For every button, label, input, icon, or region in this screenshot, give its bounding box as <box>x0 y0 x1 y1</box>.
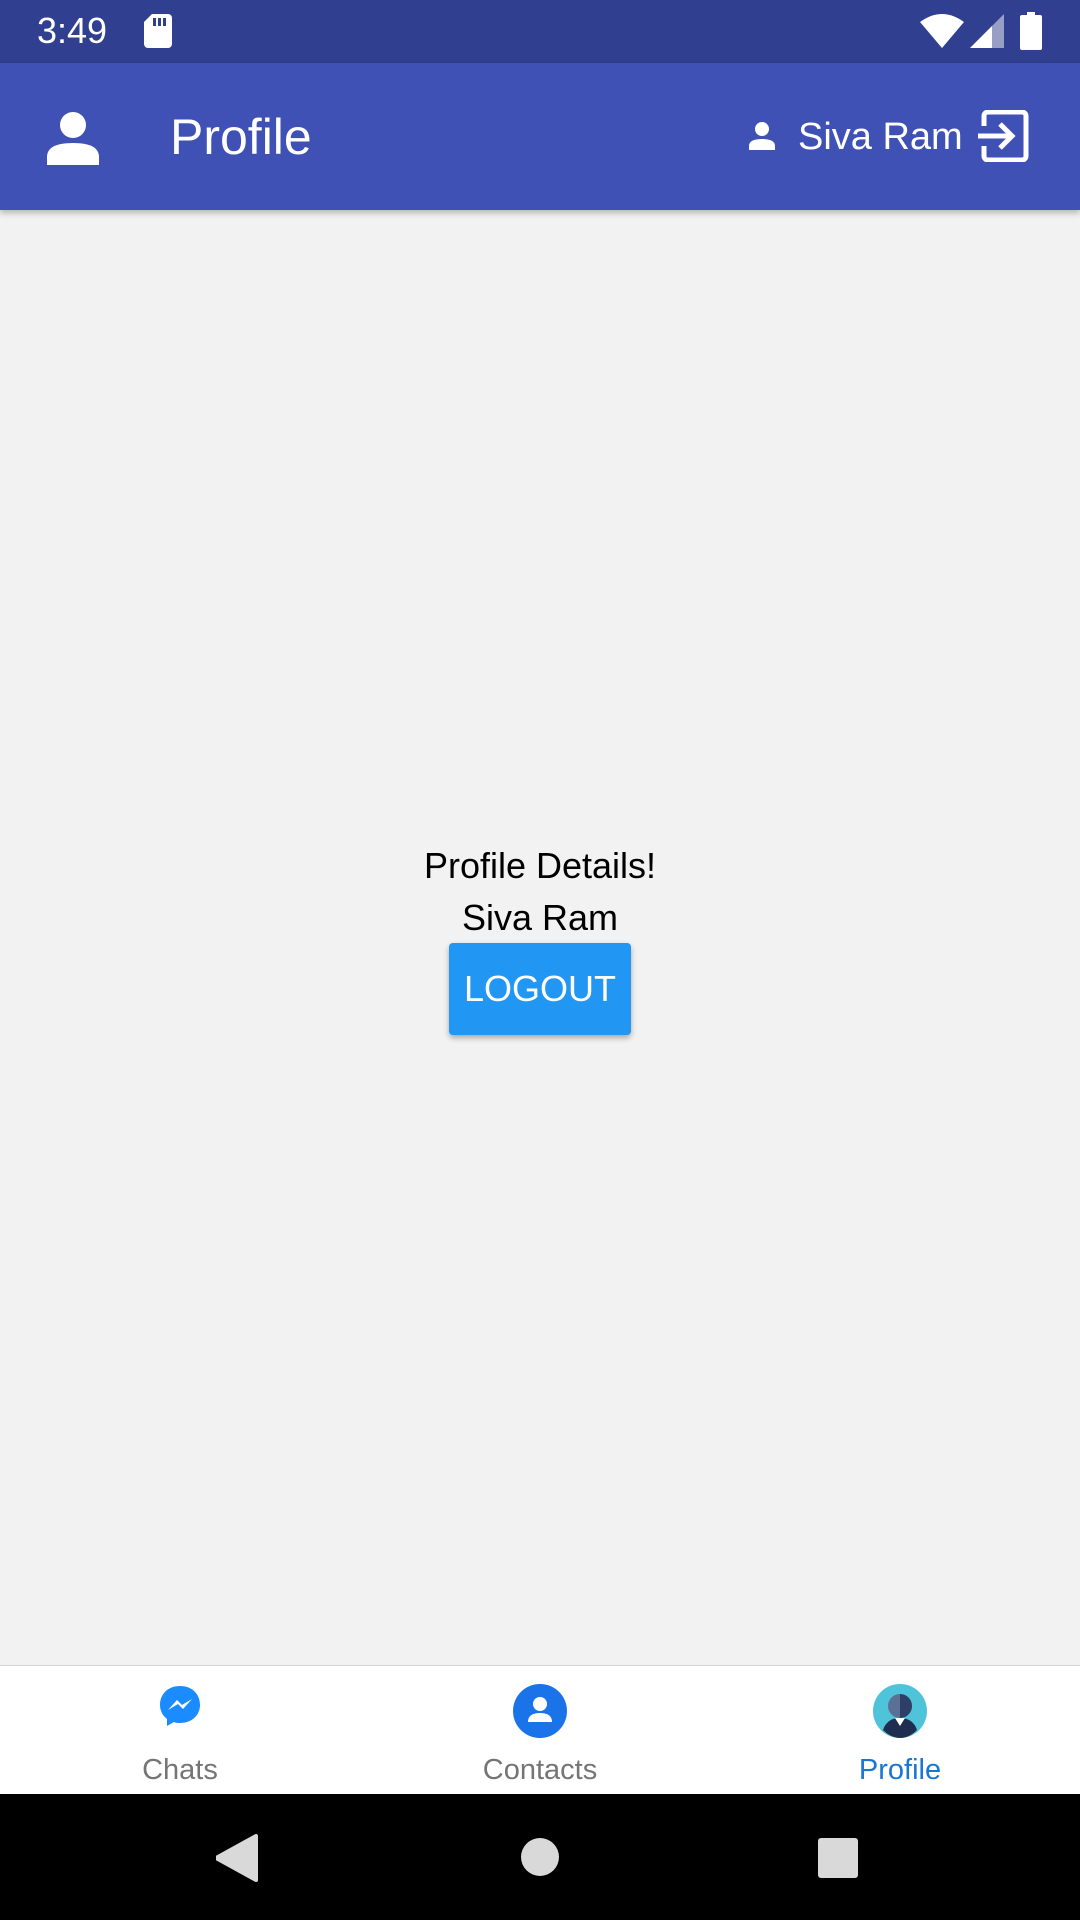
status-bar: 3:49 <box>0 0 1080 63</box>
system-navigation-bar <box>0 1794 1080 1920</box>
nav-item-chats[interactable]: Chats <box>0 1666 360 1795</box>
battery-icon <box>1020 12 1042 50</box>
wifi-icon <box>920 14 964 48</box>
profile-avatar-icon <box>873 1684 927 1738</box>
bottom-navigation: Chats Contacts Profile <box>0 1665 1080 1794</box>
status-time: 3:49 <box>37 10 108 51</box>
back-icon[interactable] <box>216 1834 260 1882</box>
nav-label-chats: Chats <box>142 1754 218 1786</box>
recents-icon[interactable] <box>818 1838 858 1878</box>
logout-button[interactable]: LOGOUT <box>449 943 631 1035</box>
home-icon[interactable] <box>521 1838 559 1876</box>
sd-card-icon <box>144 14 172 48</box>
person-icon <box>47 112 99 165</box>
nav-item-profile[interactable]: Profile <box>720 1666 1080 1795</box>
messenger-icon <box>160 1686 200 1726</box>
profile-name: Siva Ram <box>461 897 619 938</box>
page-title: Profile <box>170 109 312 165</box>
nav-item-contacts[interactable]: Contacts <box>360 1666 720 1795</box>
app-bar: Profile Siva Ram <box>0 63 1080 210</box>
nav-label-profile: Profile <box>858 1754 942 1786</box>
contact-icon <box>513 1684 567 1738</box>
signal-icon <box>970 14 1004 48</box>
user-name: Siva Ram <box>798 116 963 158</box>
exit-icon[interactable] <box>978 110 1030 162</box>
person-small-icon <box>749 122 775 150</box>
profile-details-heading: Profile Details! <box>423 845 657 886</box>
nav-label-contacts: Contacts <box>482 1754 598 1786</box>
